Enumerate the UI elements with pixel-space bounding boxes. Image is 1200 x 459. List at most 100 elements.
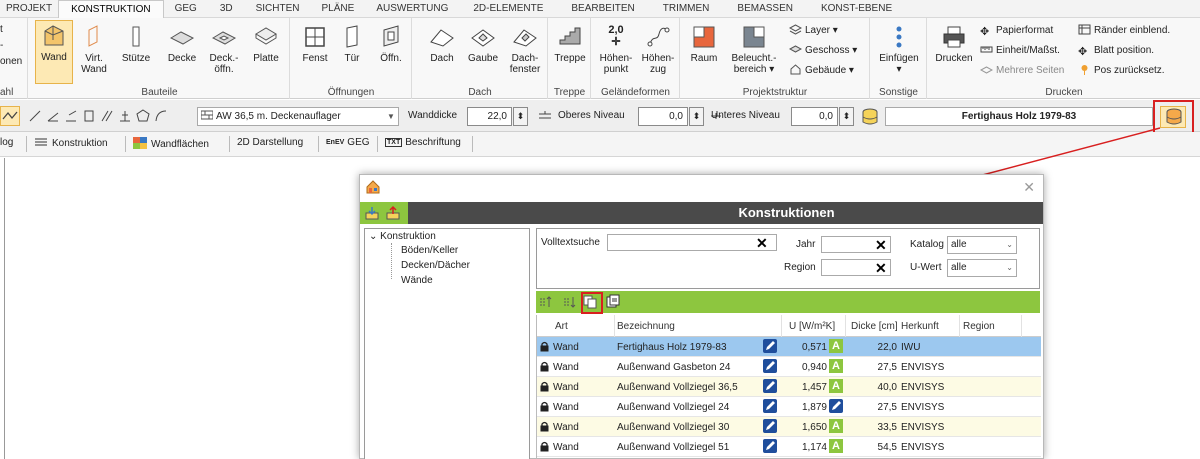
view-tab-2d-darstellung[interactable]: 2D Darstellung bbox=[237, 137, 303, 148]
export-icon[interactable] bbox=[385, 205, 401, 221]
tuer-button[interactable]: Tür bbox=[335, 22, 369, 84]
collapse-all-icon[interactable] bbox=[563, 295, 577, 309]
beleuchtungsbereich-button[interactable]: Beleucht.- bereich ▾ bbox=[727, 22, 781, 84]
raum-button[interactable]: Raum bbox=[685, 22, 723, 84]
duplicate-icon[interactable] bbox=[605, 294, 621, 310]
perpendicular-icon[interactable] bbox=[118, 109, 132, 123]
clear-jahr-icon[interactable]: ✕ bbox=[875, 238, 887, 252]
edit-icon[interactable] bbox=[829, 399, 843, 413]
katalog-select[interactable]: alle ⌄ bbox=[947, 236, 1017, 254]
raender-button[interactable]: Ränder einblend. bbox=[1078, 22, 1170, 40]
clear-volltext-icon[interactable]: ✕ bbox=[756, 236, 768, 250]
tab-trimmen[interactable]: TRIMMEN bbox=[649, 0, 724, 18]
platte-button[interactable]: Platte bbox=[246, 22, 286, 84]
blatt-position-button[interactable]: ✥ Blatt position. bbox=[1078, 42, 1154, 60]
tab-sichten[interactable]: SICHTEN bbox=[245, 0, 311, 18]
tab-3d[interactable]: 3D bbox=[208, 0, 245, 18]
einheit-massstab-button[interactable]: Einheit/Maßst. bbox=[980, 42, 1060, 60]
wanddicke-input[interactable]: 22,0 bbox=[467, 107, 512, 126]
tree-node-boeden[interactable]: Böden/Keller bbox=[401, 245, 458, 256]
edit-icon[interactable] bbox=[763, 439, 777, 453]
oeffnung-button[interactable]: Öffn. bbox=[373, 22, 409, 84]
table-row[interactable]: Wand Außenwand Vollziegel 24 1,879 27,5 ENVI… bbox=[537, 397, 1041, 417]
deckoeffn-button[interactable]: Deck.- öffn. bbox=[204, 22, 244, 84]
tree-node-decken[interactable]: Decken/Dächer bbox=[401, 260, 470, 271]
view-tab-konstruktion[interactable]: Konstruktion bbox=[34, 137, 108, 149]
edit-icon[interactable] bbox=[763, 419, 777, 433]
wanddicke-spinner[interactable]: ⬍ bbox=[513, 107, 528, 126]
table-row[interactable]: Wand Außenwand Vollziegel 51 1,174 A 54,5 ENV… bbox=[537, 437, 1041, 457]
construction-name-field[interactable]: Fertighaus Holz 1979-83 bbox=[885, 107, 1153, 126]
tree-node-waende[interactable]: Wände bbox=[401, 275, 433, 286]
gaube-button[interactable]: Gaube bbox=[463, 22, 503, 84]
volltext-input[interactable] bbox=[607, 234, 777, 251]
right-angle-icon[interactable] bbox=[64, 109, 78, 123]
table-row[interactable]: Wand Außenwand Vollziegel 36,5 1,457 A 40,0 E… bbox=[537, 377, 1041, 397]
fenster-button[interactable]: Fenst bbox=[297, 22, 333, 84]
wand-button[interactable]: Wand bbox=[35, 20, 73, 84]
tree-node-root[interactable]: ⌄ Konstruktion bbox=[369, 231, 436, 242]
import-icon[interactable] bbox=[364, 205, 380, 221]
dachfenster-button[interactable]: Dach- fenster bbox=[505, 22, 545, 84]
col-header-herkunft[interactable]: Herkunft bbox=[901, 321, 939, 332]
view-tab-wandflaechen[interactable]: Wandflächen bbox=[133, 137, 209, 150]
view-tab-beschriftung[interactable]: TXT Beschriftung bbox=[385, 137, 461, 148]
table-row[interactable]: Wand Außenwand Gasbeton 24 0,940 A 27,5 ENVIS… bbox=[537, 357, 1041, 377]
tab-plaene[interactable]: PLÄNE bbox=[311, 0, 366, 18]
chevron-down-icon[interactable]: ⌄ bbox=[369, 231, 377, 242]
dach-button[interactable]: Dach bbox=[425, 22, 459, 84]
pos-zuruecksetzen-button[interactable]: Pos zurücksetz. bbox=[1078, 62, 1165, 80]
clear-region-icon[interactable]: ✕ bbox=[875, 261, 887, 275]
rectangle-icon[interactable] bbox=[82, 109, 96, 123]
tab-2d-elemente[interactable]: 2D-ELEMENTE bbox=[459, 0, 557, 18]
treppe-button[interactable]: Treppe bbox=[551, 22, 589, 84]
line-icon[interactable] bbox=[28, 109, 42, 123]
view-tab-partial[interactable]: log bbox=[0, 137, 13, 148]
edit-icon[interactable] bbox=[763, 359, 777, 373]
tab-geg[interactable]: GEG bbox=[164, 0, 208, 18]
stuetze-button[interactable]: Stütze bbox=[116, 22, 156, 84]
col-header-bezeichnung[interactable]: Bezeichnung bbox=[617, 321, 675, 332]
col-header-region[interactable]: Region bbox=[963, 321, 995, 332]
col-header-uwert[interactable]: U [W/m²K] bbox=[789, 321, 835, 332]
unteres-niveau-input[interactable]: 0,0 bbox=[791, 107, 838, 126]
edit-icon[interactable] bbox=[763, 399, 777, 413]
table-row[interactable]: Wand Fertighaus Holz 1979-83 0,571 A 22,0 IWU bbox=[537, 337, 1041, 357]
col-header-dicke[interactable]: Dicke [cm] bbox=[851, 321, 898, 332]
partial-button[interactable]: t - onen bbox=[0, 22, 22, 70]
tab-auswertung[interactable]: AUSWERTUNG bbox=[365, 0, 459, 18]
unteres-niveau-spinner[interactable]: ⬍ bbox=[839, 107, 854, 126]
gebaeude-button[interactable]: Gebäude ▾ bbox=[789, 62, 854, 80]
layer-button[interactable]: Layer ▾ bbox=[789, 22, 838, 40]
hoehenpunkt-button[interactable]: 2,0 ✛ Höhen- punkt bbox=[596, 22, 636, 84]
drucken-button[interactable]: Drucken bbox=[932, 22, 976, 84]
col-header-art[interactable]: Art bbox=[555, 321, 568, 332]
hoehenzug-button[interactable]: Höhen- zug bbox=[638, 22, 678, 84]
polygon-icon[interactable] bbox=[136, 109, 150, 123]
parallel-icon[interactable] bbox=[100, 109, 114, 123]
wall-type-select[interactable]: AW 36,5 m. Deckenauflager ▼ bbox=[197, 107, 399, 126]
expand-all-icon[interactable] bbox=[539, 295, 553, 309]
oberes-niveau-input[interactable]: 0,0 bbox=[638, 107, 688, 126]
tab-bearbeiten[interactable]: BEARBEITEN bbox=[557, 0, 648, 18]
polyline-wall-button[interactable] bbox=[0, 106, 20, 126]
tab-projekt[interactable]: PROJEKT bbox=[0, 0, 58, 18]
arc-icon[interactable] bbox=[154, 109, 168, 123]
tab-konstruktion[interactable]: KONSTRUKTION bbox=[58, 0, 164, 18]
geschoss-button[interactable]: Geschoss ▾ bbox=[789, 42, 857, 60]
virt-wand-button[interactable]: Virt. Wand bbox=[76, 22, 112, 84]
database-icon[interactable] bbox=[860, 107, 880, 127]
einfuegen-button[interactable]: Einfügen ▾ bbox=[875, 22, 923, 84]
close-icon[interactable]: ✕ bbox=[1023, 179, 1035, 196]
edit-icon[interactable] bbox=[763, 379, 777, 393]
oberes-niveau-spinner[interactable]: ⬍ bbox=[689, 107, 704, 126]
papierformat-button[interactable]: ✥ Papierformat bbox=[980, 22, 1053, 40]
mehrere-seiten-button[interactable]: Mehrere Seiten bbox=[980, 62, 1064, 80]
edit-icon[interactable] bbox=[763, 339, 777, 353]
table-row[interactable]: Wand Außenwand Vollziegel 30 1,650 A 33,5 ENV… bbox=[537, 417, 1041, 437]
angle-line-icon[interactable] bbox=[46, 109, 60, 123]
decke-button[interactable]: Decke bbox=[162, 22, 202, 84]
view-tab-geg[interactable]: EnEV GEG bbox=[326, 137, 370, 148]
uwert-select[interactable]: alle ⌄ bbox=[947, 259, 1017, 277]
tab-konst-ebene[interactable]: KONST-EBENE bbox=[807, 0, 906, 18]
